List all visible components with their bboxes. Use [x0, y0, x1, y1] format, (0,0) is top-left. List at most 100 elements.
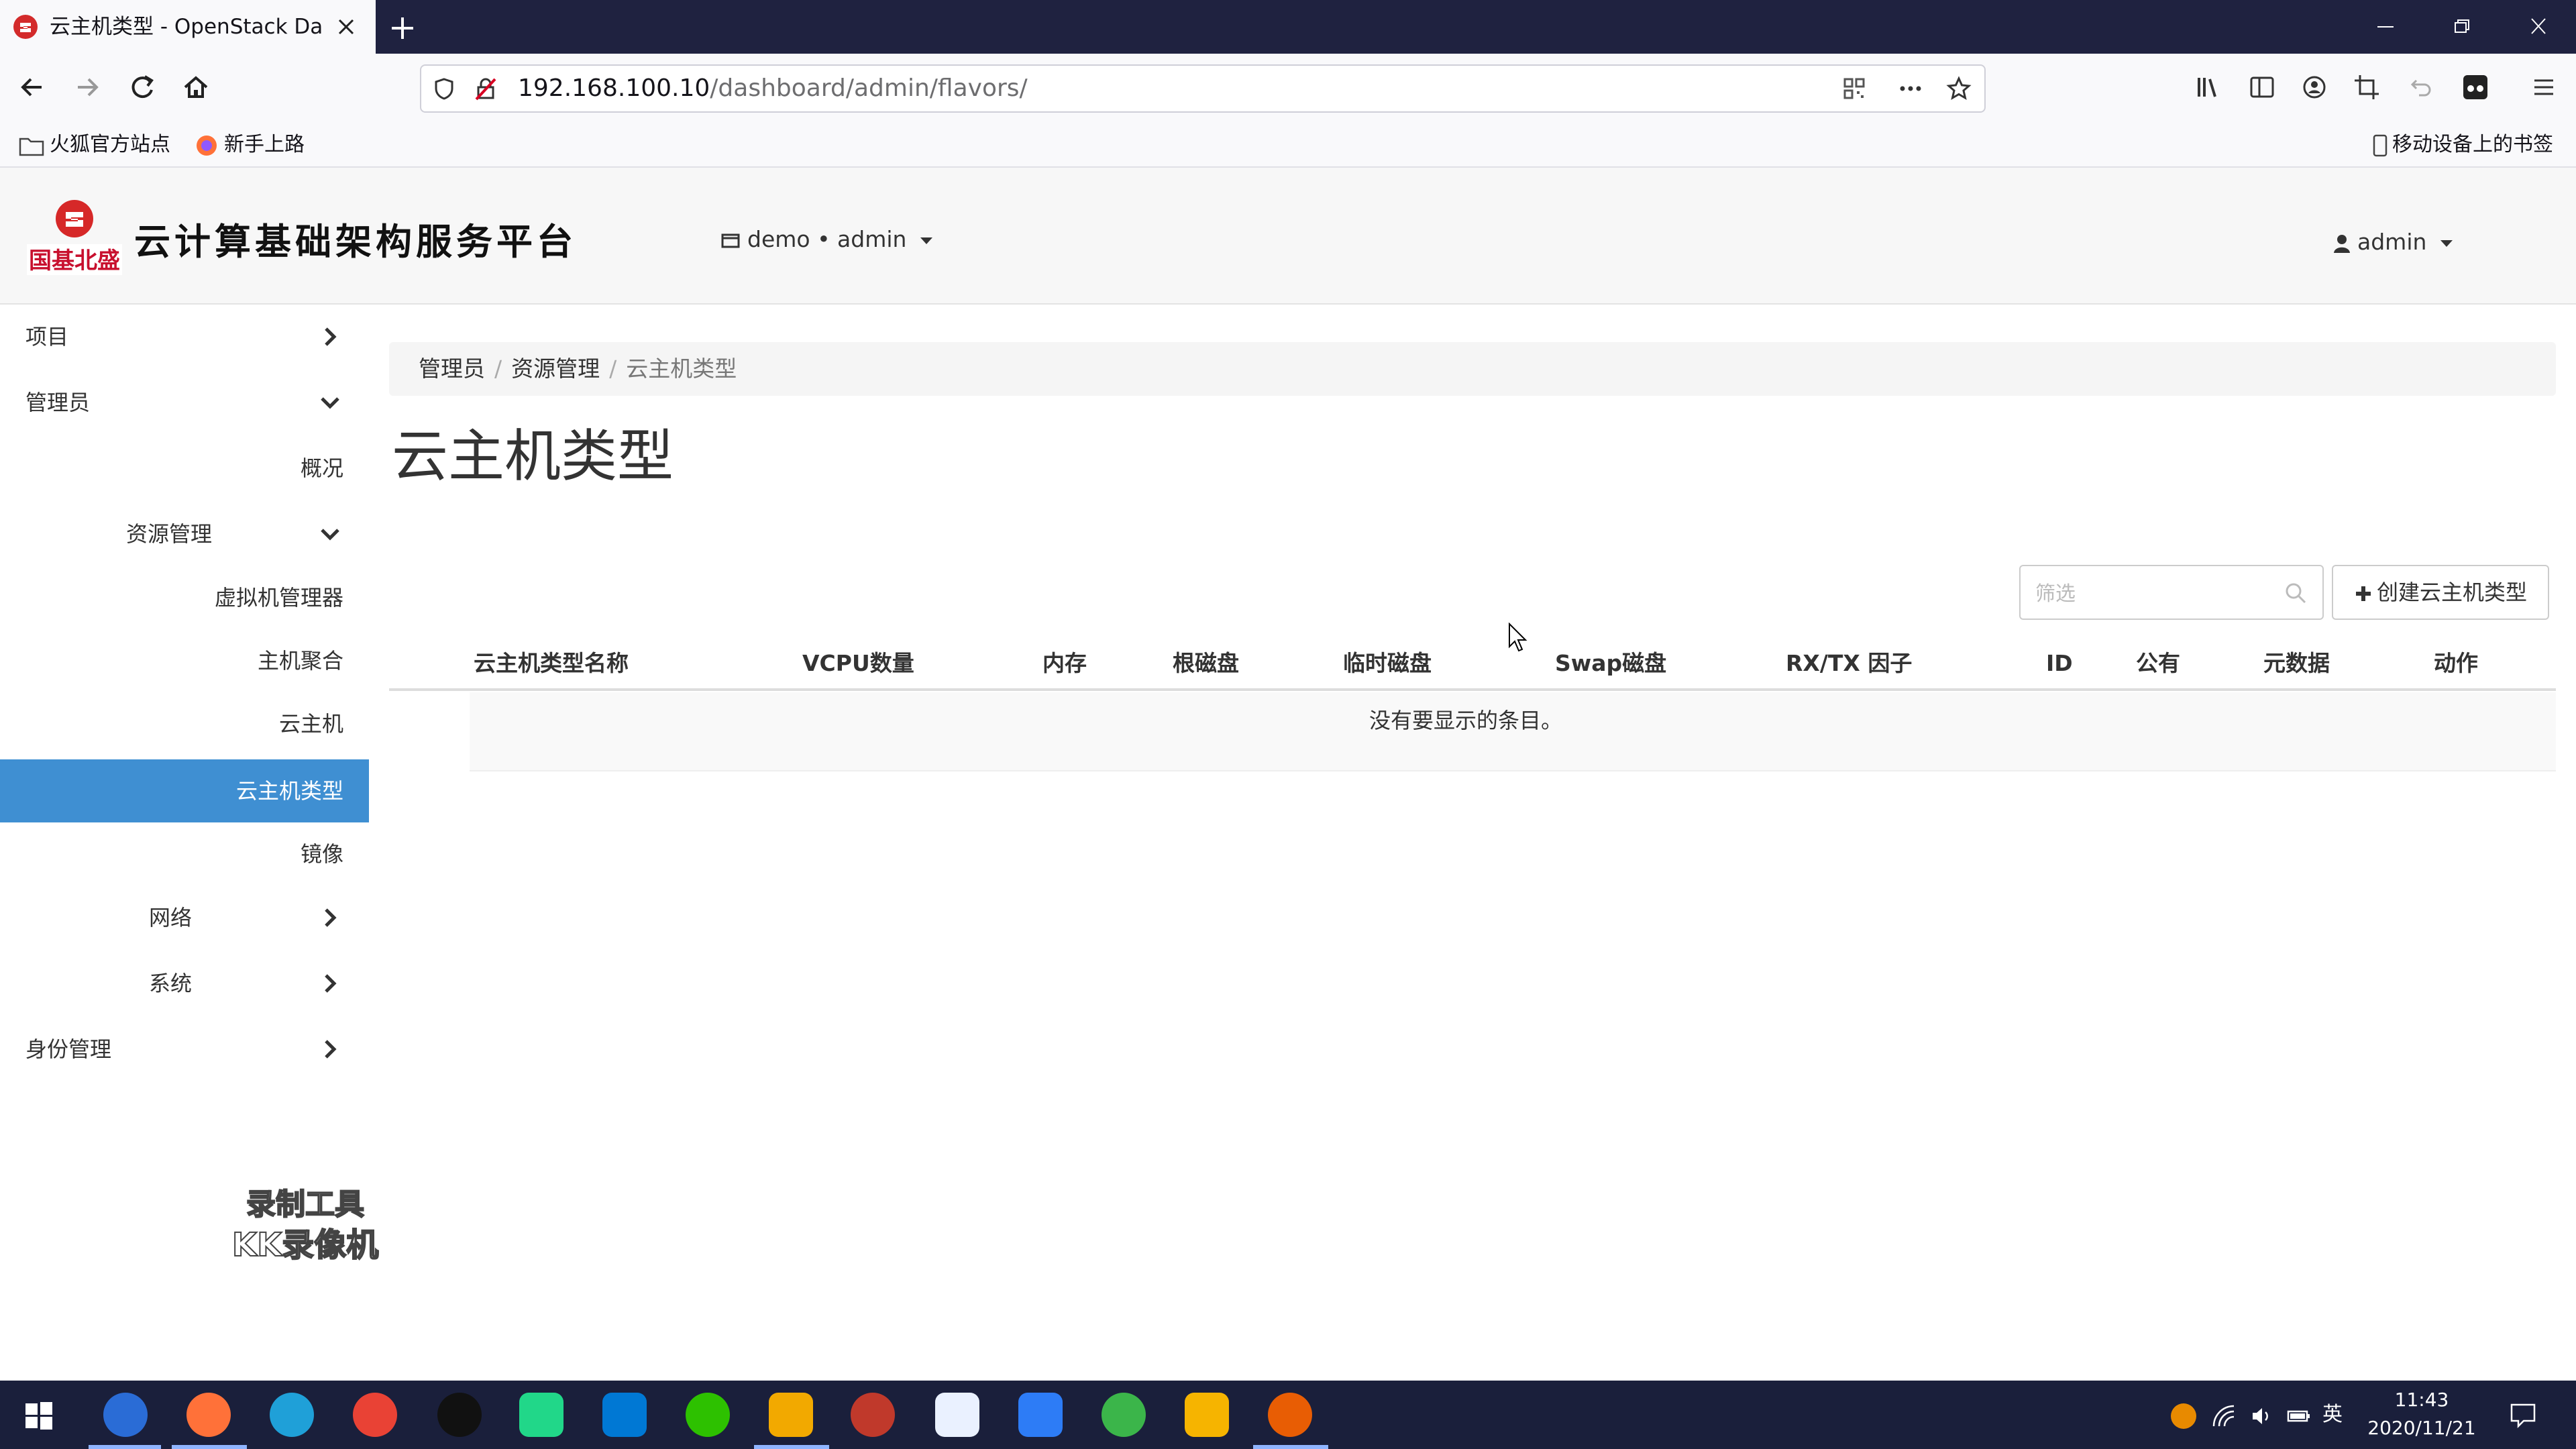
qr-code-icon[interactable] — [1841, 75, 1868, 102]
qq-icon[interactable] — [437, 1393, 482, 1437]
url-bar[interactable]: 192.168.100.10/dashboard/admin/flavors/ — [420, 64, 1986, 113]
column-header-id[interactable]: ID — [2046, 636, 2073, 691]
sidebar-item-admin[interactable]: 管理员 — [0, 370, 369, 435]
sidebar-toggle-icon[interactable] — [2245, 70, 2279, 105]
account-icon[interactable] — [2297, 70, 2332, 105]
sidebar-item-network[interactable]: 网络 — [0, 885, 369, 950]
bookmark-label: 新手上路 — [224, 133, 305, 156]
breadcrumb-current: 云主机类型 — [626, 356, 737, 382]
sogou-input-icon[interactable] — [103, 1393, 148, 1437]
url-text[interactable]: 192.168.100.10/dashboard/admin/flavors/ — [518, 66, 1028, 111]
battery-icon[interactable] — [2286, 1403, 2312, 1429]
app-icon-colorful[interactable] — [1185, 1393, 1229, 1437]
browser-navigation-bar: 192.168.100.10/dashboard/admin/flavors/ — [0, 54, 2576, 122]
breadcrumb-admin[interactable]: 管理员 — [419, 356, 485, 382]
mobile-bookmarks[interactable]: 移动设备上的书签 — [2372, 130, 2553, 160]
screenshot-icon[interactable] — [2349, 70, 2384, 105]
app-icon-blue[interactable] — [1018, 1393, 1063, 1437]
volume-icon[interactable] — [2249, 1403, 2274, 1429]
user-menu-label: admin — [2357, 229, 2427, 255]
vscode-icon[interactable] — [602, 1393, 647, 1437]
sidebar-item-instances[interactable]: 云主机 — [0, 692, 369, 755]
create-flavor-button[interactable]: 创建云主机类型 — [2332, 565, 2549, 620]
sidebar-item-overview[interactable]: 概况 — [0, 436, 369, 500]
sidebar-item-flavors[interactable]: 云主机类型 — [0, 759, 369, 822]
back-icon[interactable] — [15, 70, 50, 105]
mouse-cursor-icon — [1508, 623, 1528, 653]
clock-date: 2020/11/21 — [2367, 1417, 2476, 1439]
pycharm-icon[interactable] — [519, 1393, 564, 1437]
wechat-icon[interactable] — [686, 1393, 730, 1437]
sidebar-item-hypervisors[interactable]: 虚拟机管理器 — [0, 566, 369, 629]
sidebar-item-label: 镜像 — [300, 841, 343, 867]
project-selector[interactable]: demo • admin — [720, 221, 934, 258]
bookmark-getting-started[interactable]: 新手上路 — [195, 130, 305, 160]
home-icon[interactable] — [178, 70, 213, 105]
extension-icon[interactable] — [2458, 70, 2493, 105]
tray-app-icon[interactable] — [2171, 1403, 2196, 1429]
notification-center-icon[interactable] — [2508, 1399, 2538, 1430]
virtualbox-icon[interactable] — [769, 1393, 813, 1437]
openstack-favicon-icon — [12, 13, 39, 40]
mobile-bookmarks-label: 移动设备上的书签 — [2392, 133, 2553, 156]
app-icon-red[interactable] — [851, 1393, 895, 1437]
menu-icon[interactable] — [2526, 70, 2561, 105]
bookmark-star-icon[interactable] — [1945, 75, 1972, 102]
sidebar-item-label: 项目 — [25, 324, 69, 350]
windows-start-icon[interactable] — [24, 1401, 54, 1430]
column-header-swap-disk[interactable]: Swap磁盘 — [1555, 636, 1666, 691]
forward-icon[interactable] — [70, 70, 105, 105]
browser-tab[interactable]: 云主机类型 - OpenStack Dashboard — [0, 0, 376, 54]
column-header-ram[interactable]: 内存 — [1042, 636, 1087, 691]
bookmark-label: 火狐官方站点 — [50, 133, 170, 156]
empty-table-message: 没有要显示的条目。 — [1368, 708, 1562, 733]
tab-close-icon[interactable] — [333, 13, 360, 40]
user-menu[interactable]: admin — [2333, 224, 2454, 260]
restore-icon[interactable] — [2447, 13, 2477, 40]
breadcrumb-separator: / — [609, 356, 617, 382]
plus-icon — [2355, 586, 2371, 601]
shield-icon[interactable] — [431, 75, 458, 102]
sidebar-item-resource-management[interactable]: 资源管理 — [0, 502, 369, 566]
filter-input[interactable] — [2034, 574, 2278, 613]
column-header-flavor-name[interactable]: 云主机类型名称 — [474, 636, 629, 691]
platform-name: 云计算基础架构服务平台 — [134, 220, 577, 263]
sidebar-item-host-aggregates[interactable]: 主机聚合 — [0, 629, 369, 692]
column-header-public[interactable]: 公有 — [2136, 636, 2180, 691]
network-icon[interactable] — [2211, 1403, 2237, 1429]
column-header-root-disk[interactable]: 根磁盘 — [1173, 636, 1239, 691]
column-header-vcpus[interactable]: VCPU数量 — [802, 636, 914, 691]
column-header-metadata[interactable]: 元数据 — [2263, 636, 2330, 691]
filter-box[interactable] — [2019, 565, 2324, 620]
column-header-rxtx-factor[interactable]: RX/TX 因子 — [1786, 636, 1912, 691]
sidebar-item-project[interactable]: 项目 — [0, 305, 369, 369]
new-tab-icon[interactable] — [388, 13, 417, 43]
edge-icon[interactable] — [270, 1393, 314, 1437]
sidebar-item-system[interactable]: 系统 — [0, 951, 369, 1016]
kk-recorder-icon[interactable] — [1268, 1393, 1312, 1437]
breadcrumb-resource-management[interactable]: 资源管理 — [511, 356, 600, 382]
window-close-icon[interactable] — [2524, 13, 2553, 40]
reload-icon[interactable] — [125, 70, 160, 105]
app-icon-green[interactable] — [1102, 1393, 1146, 1437]
breadcrumb: 管理员 / 资源管理 / 云主机类型 — [389, 342, 2556, 396]
system-clock[interactable]: 11:43 2020/11/21 — [2341, 1386, 2502, 1446]
sidebar-item-label: 虚拟机管理器 — [214, 585, 343, 610]
more-actions-icon[interactable] — [1897, 75, 1924, 102]
sidebar-item-identity[interactable]: 身份管理 — [0, 1017, 369, 1081]
app-icon-sketch[interactable] — [935, 1393, 979, 1437]
brand-logo[interactable]: 国基北盛 — [25, 195, 123, 278]
sidebar-item-images[interactable]: 镜像 — [0, 822, 369, 885]
library-icon[interactable] — [2191, 70, 2226, 105]
insecure-connection-icon[interactable] — [472, 75, 499, 102]
column-header-ephemeral-disk[interactable]: 临时磁盘 — [1343, 636, 1432, 691]
firefox-icon[interactable] — [186, 1393, 231, 1437]
bookmark-firefox-official[interactable]: 火狐官方站点 — [19, 130, 170, 160]
sidebar-item-label: 云主机类型 — [235, 778, 343, 804]
chrome-icon[interactable] — [353, 1393, 397, 1437]
undo-icon[interactable] — [2403, 70, 2438, 105]
browser-tab-strip: 云主机类型 - OpenStack Dashboard — [0, 0, 2576, 54]
minimize-icon[interactable] — [2371, 13, 2400, 40]
page-title: 云主机类型 — [392, 423, 674, 489]
search-icon[interactable] — [2282, 580, 2309, 606]
